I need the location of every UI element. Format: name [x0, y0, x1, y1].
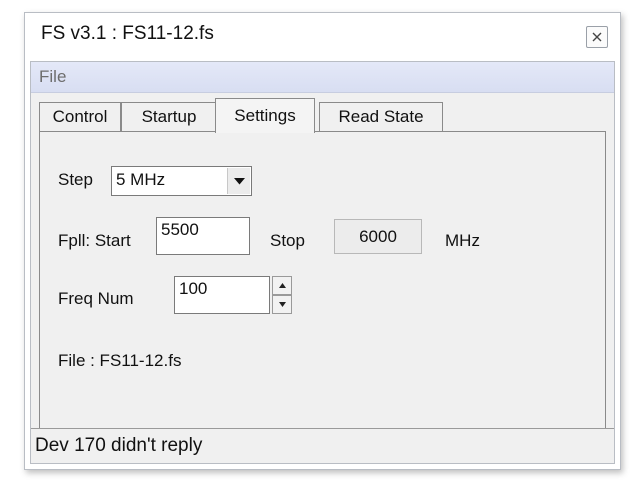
file-info-label: File : FS11-12.fs: [58, 351, 182, 370]
client-area: File Control Startup Settings Read State…: [30, 61, 615, 464]
arrow-down-icon: [278, 302, 286, 307]
step-label: Step: [58, 170, 93, 189]
status-bar: Dev 170 didn't reply: [31, 428, 614, 463]
step-select-value: 5 MHz: [116, 170, 166, 189]
step-dropdown-button[interactable]: [227, 168, 250, 194]
tab-control[interactable]: Control: [39, 102, 121, 131]
settings-panel: Step 5 MHz Fpll: Start 5500 Stop 6000 MH…: [39, 131, 606, 436]
tab-read-state[interactable]: Read State: [319, 102, 443, 131]
step-select[interactable]: 5 MHz: [111, 166, 252, 196]
app-window: FS v3.1 : FS11-12.fs File Control Startu…: [24, 12, 621, 470]
fpll-start-input[interactable]: 5500: [156, 217, 250, 255]
close-icon: [592, 32, 602, 42]
freq-num-input[interactable]: 100: [174, 276, 270, 314]
unit-label: MHz: [445, 231, 480, 250]
stop-value-field: 6000: [334, 219, 422, 254]
chevron-down-icon: [233, 177, 245, 184]
window-title: FS v3.1 : FS11-12.fs: [41, 23, 214, 44]
freq-num-label: Freq Num: [58, 289, 134, 308]
freq-num-stepper: [272, 276, 292, 314]
menu-bar: File: [31, 62, 614, 93]
title-bar[interactable]: FS v3.1 : FS11-12.fs: [25, 13, 620, 61]
tab-strip: Control Startup Settings Read State: [39, 98, 606, 133]
status-text: Dev 170 didn't reply: [35, 435, 203, 456]
spin-up-button[interactable]: [272, 276, 292, 295]
stop-label: Stop: [270, 231, 305, 250]
spin-down-button[interactable]: [272, 295, 292, 314]
fpll-start-label: Fpll: Start: [58, 231, 131, 250]
arrow-up-icon: [278, 283, 286, 288]
tab-settings[interactable]: Settings: [215, 98, 315, 133]
tab-startup[interactable]: Startup: [121, 102, 217, 131]
close-button[interactable]: [586, 26, 608, 48]
menu-item-file[interactable]: File: [39, 67, 66, 87]
